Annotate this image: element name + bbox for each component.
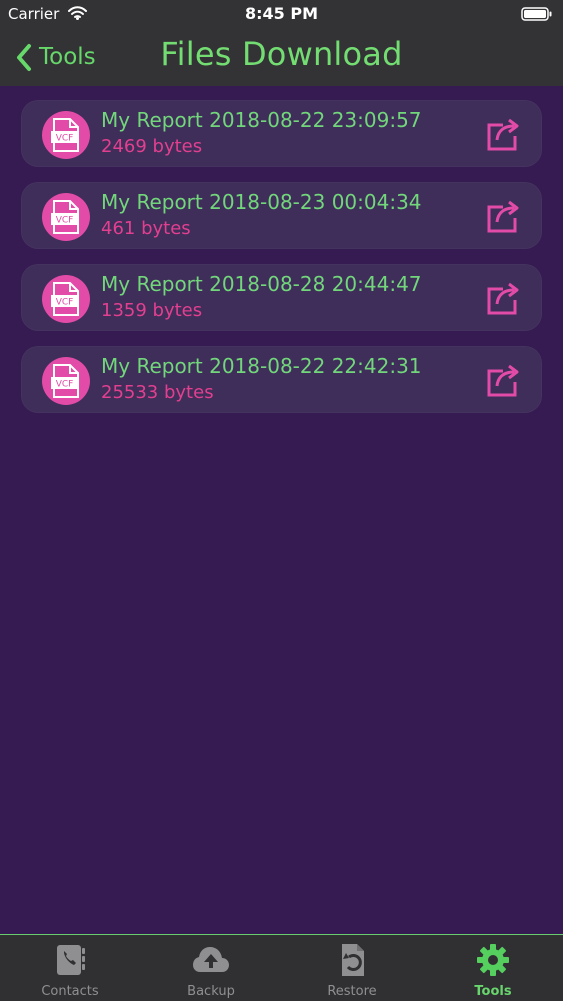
file-name: My Report 2018-08-28 20:44:47 [101,272,422,296]
page-title: Files Download [160,35,403,73]
vcf-file-icon: VCF [42,275,90,323]
file-name: My Report 2018-08-22 22:42:31 [101,354,422,378]
share-icon[interactable] [485,280,522,317]
tab-restore[interactable]: Restore [282,935,422,1001]
tab-contacts[interactable]: Contacts [0,935,140,1001]
vcf-file-icon: VCF [42,357,90,405]
tab-backup-label: Backup [187,984,235,999]
file-name: My Report 2018-08-23 00:04:34 [101,190,422,214]
contacts-icon [57,945,85,975]
file-row[interactable]: VCF My Report 2018-08-28 20:44:47 1359 b… [21,264,542,331]
gear-icon [477,944,509,976]
vcf-file-icon: VCF [42,193,90,241]
share-icon[interactable] [485,362,522,399]
tab-backup[interactable]: Backup [141,935,281,1001]
file-size: 1359 bytes [101,300,203,321]
tab-bar: Contacts Backup Restore Tools [0,934,563,1001]
file-row[interactable]: VCF My Report 2018-08-22 23:09:57 2469 b… [21,100,542,167]
status-bar: Carrier 8:45 PM [0,0,563,28]
vcf-label: VCF [56,216,74,226]
document-icon: VCF [51,200,79,234]
document-icon: VCF [51,364,79,398]
file-size: 461 bytes [101,218,191,239]
vcf-label: VCF [56,298,74,308]
document-icon: VCF [51,282,79,316]
cloud-upload-icon [193,947,229,972]
file-size: 25533 bytes [101,382,214,403]
tab-contacts-label: Contacts [41,984,99,999]
battery-icon [521,7,552,21]
share-icon[interactable] [485,116,522,153]
navigation-header: Carrier 8:45 PM Tools Files Download [0,0,563,86]
tab-tools-label: Tools [474,984,512,999]
restore-icon [342,944,364,976]
vcf-label: VCF [56,134,74,144]
tab-restore-label: Restore [327,984,377,999]
file-list: VCF My Report 2018-08-22 23:09:57 2469 b… [21,100,542,428]
tab-tools[interactable]: Tools [423,935,563,1001]
file-size: 2469 bytes [101,136,203,157]
share-icon[interactable] [485,198,522,235]
document-icon: VCF [51,118,79,152]
file-name: My Report 2018-08-22 23:09:57 [101,108,422,132]
status-time: 8:45 PM [244,4,318,23]
file-row[interactable]: VCF My Report 2018-08-22 22:42:31 25533 … [21,346,542,413]
vcf-label: VCF [56,380,74,390]
vcf-file-icon: VCF [42,111,90,159]
file-row[interactable]: VCF My Report 2018-08-23 00:04:34 461 by… [21,182,542,249]
